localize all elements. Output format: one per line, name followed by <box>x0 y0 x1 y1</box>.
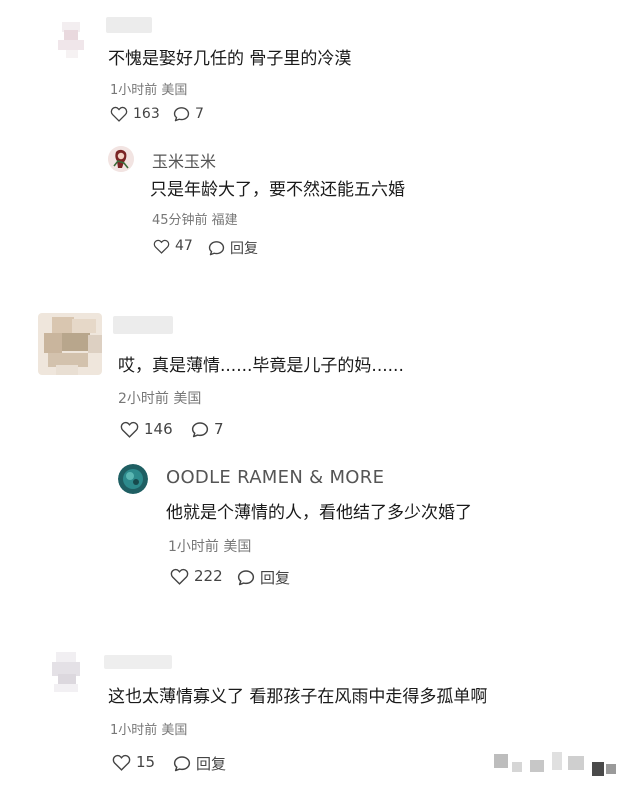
comment-bubble-icon <box>173 106 190 122</box>
avatar[interactable] <box>50 652 82 692</box>
comment-bubble-icon <box>208 240 225 256</box>
like-button[interactable]: 163 <box>110 106 160 122</box>
reply-label: 回复 <box>260 569 291 587</box>
heart-icon <box>170 568 189 585</box>
heart-icon <box>112 754 131 771</box>
reply-username[interactable]: 玉米玉米 <box>152 148 216 172</box>
comment-meta: 2小时前 美国 <box>118 391 202 407</box>
reply-count-button[interactable]: 7 <box>173 106 204 122</box>
comment-bubble-icon <box>191 421 209 438</box>
comment-bubble-icon <box>173 755 191 772</box>
username-blurred[interactable] <box>106 17 152 33</box>
reply-label: 回复 <box>196 755 227 773</box>
heart-icon <box>120 421 139 438</box>
avatar[interactable] <box>38 313 102 375</box>
avatar[interactable] <box>108 146 134 172</box>
reply-text: 他就是个薄情的人，看他结了多少次婚了 <box>166 503 472 523</box>
like-button[interactable]: 146 <box>120 420 173 438</box>
username-blurred[interactable] <box>113 316 173 334</box>
heart-icon <box>153 239 170 254</box>
reply-button[interactable]: 回复 <box>173 753 226 774</box>
avatar[interactable] <box>58 22 84 58</box>
username-blurred[interactable] <box>104 655 172 669</box>
like-button[interactable]: 47 <box>153 238 193 254</box>
comment-meta: 1小时前 美国 <box>110 723 188 738</box>
like-count: 163 <box>133 106 160 122</box>
like-count: 47 <box>175 238 193 254</box>
reply-meta: 45分钟前 福建 <box>152 213 238 228</box>
comment-text: 这也太薄情寡义了 看那孩子在风雨中走得多孤单啊 <box>108 687 488 707</box>
comment-bubble-icon <box>237 569 255 586</box>
reply-text: 只是年龄大了，要不然还能五六婚 <box>150 180 405 200</box>
reply-button[interactable]: 回复 <box>237 567 290 588</box>
reply-label: 回复 <box>230 241 258 257</box>
comment-text: 不愧是娶好几任的 骨子里的冷漠 <box>108 49 352 69</box>
reply-count: 7 <box>195 106 204 122</box>
reply-count-button[interactable]: 7 <box>191 420 224 438</box>
comment-meta: 1小时前 美国 <box>110 83 188 98</box>
avatar[interactable] <box>118 464 148 494</box>
comment-text: 哎，真是薄情......毕竟是儿子的妈...... <box>118 356 404 376</box>
like-button[interactable]: 15 <box>112 753 155 771</box>
reply-meta: 1小时前 美国 <box>168 539 252 555</box>
reply-count: 7 <box>214 420 224 438</box>
like-count: 222 <box>194 567 223 585</box>
reply-button[interactable]: 回复 <box>208 238 258 258</box>
like-button[interactable]: 222 <box>170 567 223 585</box>
like-count: 15 <box>136 753 156 771</box>
reply-username[interactable]: OODLE RAMEN & MORE <box>166 467 384 488</box>
heart-icon <box>110 106 128 122</box>
like-count: 146 <box>144 420 173 438</box>
